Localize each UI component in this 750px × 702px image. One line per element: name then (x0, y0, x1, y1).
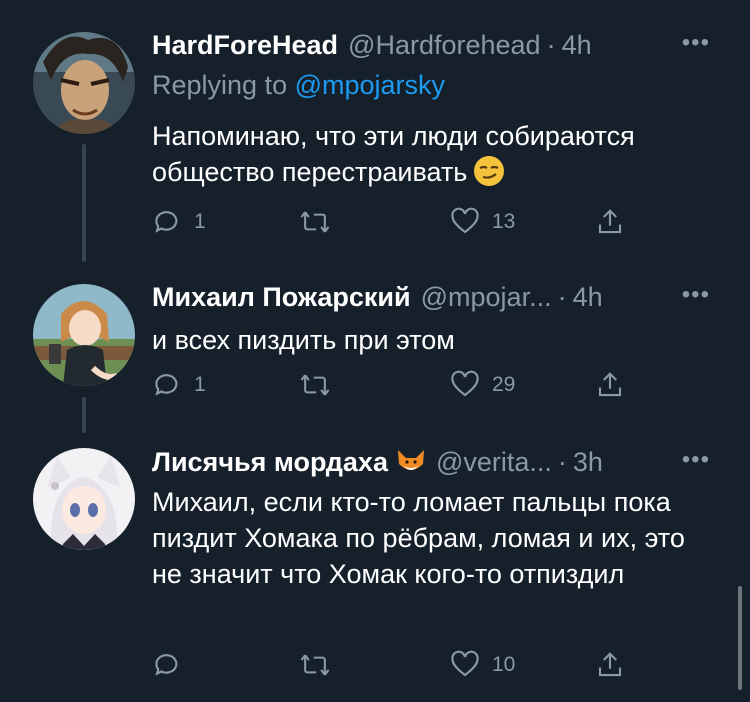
tweet-actions: 1 29 (152, 370, 632, 406)
display-name[interactable]: HardForeHead (152, 30, 338, 61)
tweet-actions: 1 13 (152, 207, 632, 243)
timestamp[interactable]: 4h (573, 282, 603, 313)
display-name[interactable]: Михаил Пожарский (152, 282, 411, 313)
share-icon (598, 652, 622, 677)
tweet-text: Михаил, если кто-то ломает пальцы пока п… (152, 484, 722, 592)
like-count: 29 (492, 373, 516, 396)
share-icon (598, 209, 622, 234)
tweet-text: и всех пиздить при этом (152, 322, 722, 358)
timestamp[interactable]: 3h (573, 447, 603, 478)
avatar[interactable] (33, 448, 135, 550)
tweet-header: HardForeHead @Hardforehead · 4h ••• (152, 27, 710, 63)
reply-icon (155, 374, 178, 396)
reply-count: 1 (194, 373, 206, 396)
fox-face-emoji-icon (396, 448, 426, 476)
user-handle[interactable]: @verita... (436, 447, 552, 478)
timestamp[interactable]: 4h (562, 30, 592, 61)
tweet-text-content: Михаил, если кто-то ломает пальцы пока п… (152, 487, 685, 589)
user-handle[interactable]: @Hardforehead (348, 30, 541, 61)
reply-button[interactable]: 1 (152, 207, 206, 237)
tweet-text-content: и всех пиздить при этом (152, 325, 455, 355)
reply-button[interactable]: 1 (152, 370, 206, 400)
replying-to: Replying to @mpojarsky (152, 70, 445, 101)
retweet-button[interactable] (299, 650, 343, 680)
heart-icon (451, 650, 479, 677)
share-button[interactable] (595, 370, 625, 400)
share-icon (598, 372, 622, 397)
tweet[interactable]: Михаил Пожарский @mpojar... · 4h ••• и в… (0, 260, 750, 430)
scrollbar[interactable] (738, 586, 742, 690)
retweet-button[interactable] (299, 370, 343, 400)
like-count: 10 (492, 653, 516, 676)
user-handle[interactable]: @mpojar... (421, 282, 552, 313)
tweet-text: Напоминаю, что эти люди собираются общес… (152, 118, 722, 196)
like-button[interactable]: 13 (450, 207, 515, 237)
avatar[interactable] (33, 32, 135, 134)
heart-icon (451, 207, 479, 234)
timeline: HardForeHead @Hardforehead · 4h ••• Repl… (0, 0, 750, 702)
tweet[interactable]: HardForeHead @Hardforehead · 4h ••• Repl… (0, 0, 750, 260)
like-count: 13 (492, 210, 516, 233)
like-button[interactable]: 10 (450, 650, 515, 680)
share-button[interactable] (595, 207, 625, 237)
separator-dot: · (557, 281, 567, 312)
tweet-header: Михаил Пожарский @mpojar... · 4h ••• (152, 279, 710, 315)
share-button[interactable] (595, 650, 625, 680)
reply-count: 1 (194, 210, 206, 233)
replying-to-label: Replying to (152, 70, 288, 100)
separator-dot: · (557, 446, 567, 477)
more-options-icon[interactable]: ••• (682, 446, 710, 474)
retweet-icon (300, 654, 330, 676)
avatar[interactable] (33, 284, 135, 386)
tweet[interactable]: Лисячья мордаха @verita... · 3h ••• Миха… (0, 430, 750, 702)
reply-icon (155, 211, 178, 233)
tweet-actions: 10 (152, 650, 632, 686)
display-name[interactable]: Лисячья мордаха (152, 447, 388, 478)
more-options-icon[interactable]: ••• (682, 281, 710, 309)
tweet-header: Лисячья мордаха @verita... · 3h ••• (152, 444, 710, 480)
smirking-face-emoji-icon (473, 155, 505, 196)
reply-button[interactable] (152, 650, 194, 680)
reply-icon (155, 654, 178, 676)
retweet-icon (300, 374, 330, 396)
retweet-icon (300, 211, 330, 233)
like-button[interactable]: 29 (450, 370, 515, 400)
mention-link[interactable]: @mpojarsky (295, 70, 445, 100)
tweet-text-content: Напоминаю, что эти люди собираются общес… (152, 121, 635, 187)
retweet-button[interactable] (299, 207, 343, 237)
more-options-icon[interactable]: ••• (682, 29, 710, 57)
heart-icon (451, 370, 479, 397)
separator-dot: · (546, 29, 556, 60)
